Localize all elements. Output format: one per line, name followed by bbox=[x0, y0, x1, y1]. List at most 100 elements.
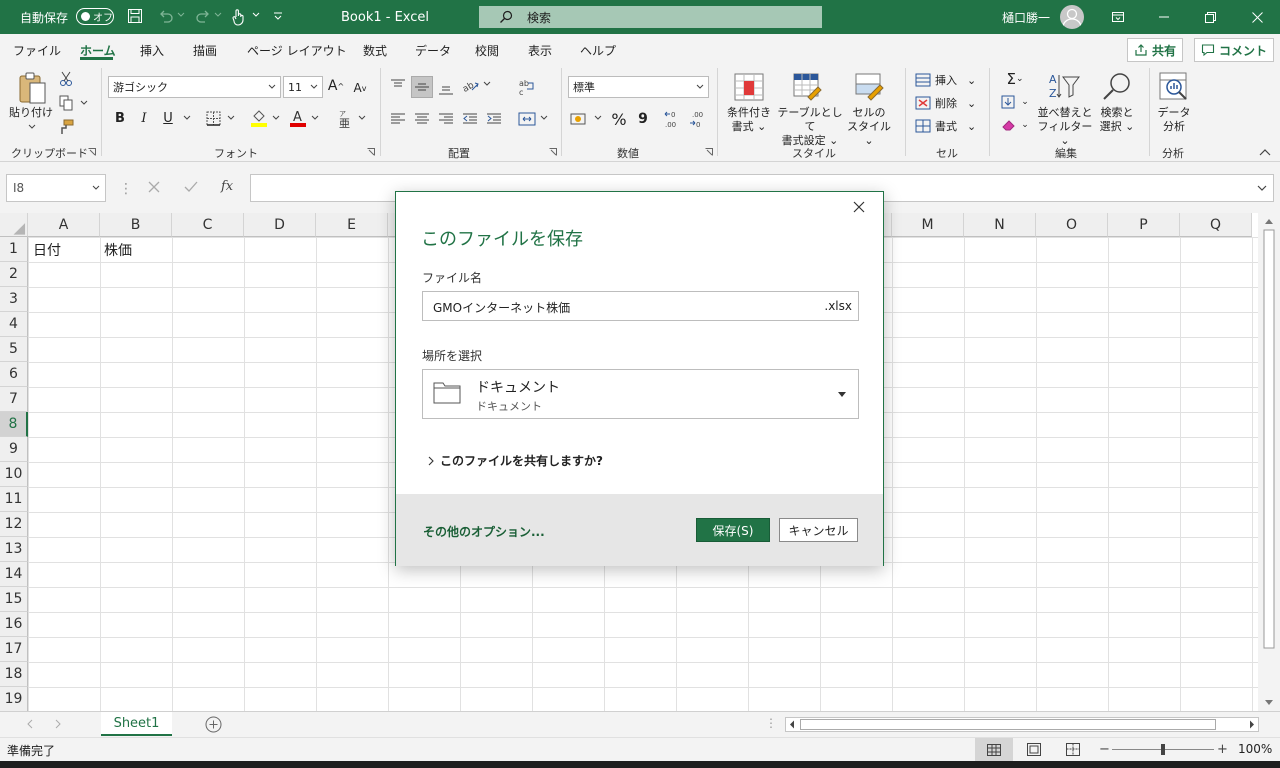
decrease-decimal-icon[interactable]: .00 0 bbox=[688, 108, 710, 130]
increase-indent-icon[interactable] bbox=[485, 110, 503, 128]
align-top-icon[interactable] bbox=[389, 77, 407, 95]
column-header[interactable]: N bbox=[964, 213, 1036, 237]
bold-button[interactable]: B bbox=[112, 110, 128, 126]
select-all-corner[interactable] bbox=[0, 213, 28, 237]
decrease-font-size-icon[interactable]: Av bbox=[352, 80, 368, 96]
column-header[interactable]: O bbox=[1036, 213, 1108, 237]
row-header[interactable]: 4 bbox=[0, 312, 28, 337]
phonetic-guide-icon[interactable]: ア亜 bbox=[335, 109, 355, 129]
row-header[interactable]: 8 bbox=[0, 412, 28, 437]
row-header[interactable]: 2 bbox=[0, 262, 28, 287]
autosum-icon[interactable]: Σ ⌄ bbox=[1000, 70, 1030, 88]
autosave-toggle[interactable]: オフ bbox=[76, 8, 114, 25]
more-options-link[interactable]: その他のオプション... bbox=[423, 523, 545, 540]
chevron-down-icon[interactable] bbox=[177, 12, 185, 18]
scroll-sheet-right-icon[interactable] bbox=[55, 719, 61, 729]
format-painter-icon[interactable] bbox=[58, 119, 74, 135]
column-header[interactable]: B bbox=[100, 213, 172, 237]
vertical-scrollbar[interactable] bbox=[1258, 213, 1280, 711]
horizontal-scroll-thumb[interactable] bbox=[800, 719, 1216, 730]
format-as-table-icon[interactable] bbox=[792, 72, 824, 102]
redo-icon[interactable] bbox=[195, 8, 211, 24]
minimize-icon[interactable] bbox=[1141, 0, 1187, 34]
cancel-button[interactable]: キャンセル bbox=[779, 518, 858, 542]
chevron-down-icon[interactable] bbox=[311, 115, 319, 121]
chevron-down-icon[interactable] bbox=[483, 81, 491, 87]
tab-file[interactable]: ファイル bbox=[13, 42, 61, 59]
close-icon[interactable] bbox=[1234, 0, 1280, 34]
chevron-down-icon[interactable] bbox=[214, 12, 222, 18]
scroll-sheet-left-icon[interactable] bbox=[27, 719, 33, 729]
italic-button[interactable]: I bbox=[136, 110, 152, 126]
align-bottom-icon[interactable] bbox=[437, 79, 455, 97]
tab-view[interactable]: 表示 bbox=[528, 42, 552, 59]
page-layout-view-icon[interactable] bbox=[1027, 743, 1041, 756]
row-header[interactable]: 14 bbox=[0, 562, 28, 587]
percent-style-button[interactable]: % bbox=[609, 109, 629, 129]
cell-styles-icon[interactable] bbox=[854, 72, 886, 102]
expand-formula-bar-icon[interactable] bbox=[1257, 185, 1267, 192]
chevron-down-icon[interactable] bbox=[80, 100, 88, 106]
chevron-down-icon[interactable] bbox=[272, 115, 280, 121]
merge-center-icon[interactable] bbox=[517, 110, 537, 128]
tab-review[interactable]: 校閲 bbox=[475, 42, 499, 59]
paste-label[interactable]: 貼り付け bbox=[8, 106, 54, 120]
increase-decimal-icon[interactable]: 0.00 bbox=[663, 108, 685, 130]
column-header[interactable]: P bbox=[1108, 213, 1180, 237]
row-header[interactable]: 13 bbox=[0, 537, 28, 562]
zoom-out-icon[interactable]: − bbox=[1099, 742, 1110, 757]
number-format-dropdown[interactable]: 標準 bbox=[568, 76, 709, 98]
underline-button[interactable]: U bbox=[160, 110, 176, 126]
column-header[interactable]: M bbox=[892, 213, 964, 237]
cell-a1[interactable]: 日付 bbox=[33, 240, 61, 260]
dialog-launcher-icon[interactable] bbox=[88, 148, 96, 156]
align-right-icon[interactable] bbox=[437, 110, 455, 128]
font-family-dropdown[interactable]: 游ゴシック bbox=[108, 76, 281, 98]
chevron-down-icon[interactable] bbox=[183, 115, 191, 121]
search-box[interactable]: 検索 bbox=[479, 6, 822, 28]
conditional-formatting-label[interactable]: 条件付き 書式 ⌄ bbox=[722, 106, 776, 134]
share-button[interactable]: 共有 bbox=[1127, 38, 1184, 62]
cell-styles-label[interactable]: セルの スタイル ⌄ bbox=[842, 106, 896, 148]
confirm-entry-icon[interactable] bbox=[184, 181, 198, 193]
row-header[interactable]: 17 bbox=[0, 637, 28, 662]
tab-formulas[interactable]: 数式 bbox=[363, 42, 387, 59]
align-left-icon[interactable] bbox=[389, 110, 407, 128]
save-icon[interactable] bbox=[127, 8, 143, 24]
sort-filter-icon[interactable]: AZ bbox=[1046, 70, 1082, 104]
collapse-ribbon-icon[interactable] bbox=[1259, 148, 1271, 156]
clear-icon[interactable]: ⌄ bbox=[1000, 116, 1030, 134]
tab-insert[interactable]: 挿入 bbox=[140, 42, 164, 59]
chevron-down-icon[interactable] bbox=[540, 115, 548, 121]
undo-icon[interactable] bbox=[158, 8, 174, 24]
scroll-right-icon[interactable] bbox=[1249, 720, 1255, 729]
column-header[interactable]: Q bbox=[1180, 213, 1252, 237]
restore-icon[interactable] bbox=[1187, 0, 1233, 34]
font-color-icon[interactable]: A bbox=[289, 108, 307, 128]
row-header[interactable]: 18 bbox=[0, 662, 28, 687]
dialog-launcher-icon[interactable] bbox=[367, 148, 375, 156]
row-header[interactable]: 5 bbox=[0, 337, 28, 362]
row-header[interactable]: 12 bbox=[0, 512, 28, 537]
dialog-close-icon[interactable] bbox=[853, 201, 865, 213]
comment-button[interactable]: コメント bbox=[1194, 38, 1275, 62]
font-size-dropdown[interactable]: 11 bbox=[283, 76, 323, 98]
fill-icon[interactable]: ⌄ bbox=[1000, 93, 1030, 111]
cell-b1[interactable]: 株価 bbox=[104, 240, 132, 260]
insert-function-button[interactable]: fx bbox=[221, 179, 233, 194]
find-select-icon[interactable] bbox=[1100, 70, 1134, 104]
cut-icon[interactable] bbox=[58, 71, 74, 87]
share-file-expander[interactable]: このファイルを共有しますか? bbox=[428, 452, 603, 469]
chevron-down-icon[interactable] bbox=[252, 12, 260, 18]
accounting-format-icon[interactable] bbox=[570, 110, 590, 128]
find-select-label[interactable]: 検索と 選択 ⌄ bbox=[1094, 106, 1140, 134]
scroll-left-icon[interactable] bbox=[789, 720, 795, 729]
chevron-down-icon[interactable] bbox=[358, 115, 366, 121]
name-box[interactable]: I8 bbox=[6, 174, 106, 202]
column-header[interactable]: A bbox=[28, 213, 100, 237]
cancel-entry-icon[interactable] bbox=[148, 181, 160, 193]
fill-color-icon[interactable] bbox=[250, 108, 268, 128]
increase-font-size-icon[interactable]: A ^ bbox=[328, 78, 344, 94]
conditional-formatting-icon[interactable] bbox=[733, 72, 765, 102]
dialog-launcher-icon[interactable] bbox=[549, 148, 557, 156]
